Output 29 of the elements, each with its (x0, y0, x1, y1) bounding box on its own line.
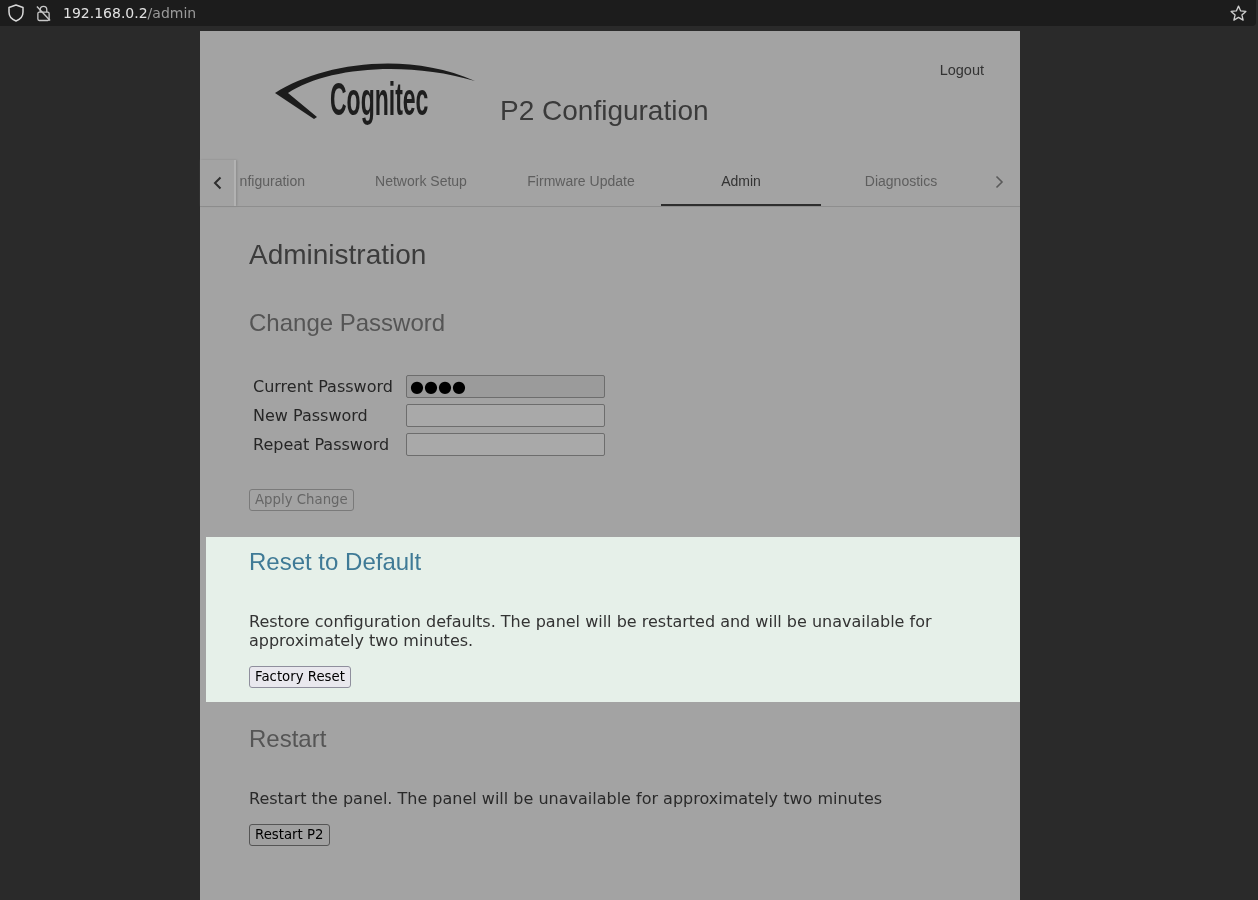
chevron-right-icon (995, 175, 1004, 189)
section-heading: Restart (249, 724, 328, 754)
field-label: Current Password (253, 377, 394, 396)
field-label: New Password (253, 406, 369, 425)
section-description: Restart the panel. The panel will be unavailable for approximately two minutes (249, 789, 884, 808)
password-field[interactable] (406, 433, 605, 456)
nav-tab[interactable]: nfiguration (236, 158, 341, 206)
action-button[interactable]: Factory Reset (249, 666, 351, 688)
field-label: Repeat Password (253, 435, 391, 454)
chevron-left-icon (212, 176, 222, 190)
nav-tab[interactable]: Network Setup (341, 158, 501, 206)
password-field[interactable] (406, 404, 605, 427)
star-icon[interactable] (1230, 4, 1247, 22)
address-bar[interactable]: 192.168.0.2/admin (0, 0, 1256, 26)
section-heading: Reset to Default (249, 547, 423, 577)
nav-tab[interactable]: Firmware Update (501, 158, 661, 206)
page-heading: Administration (249, 238, 428, 272)
app-title: P2 Configuration (500, 95, 709, 127)
shield-icon[interactable] (8, 4, 24, 22)
password-field[interactable]: ●●●● (406, 375, 605, 398)
section-description: Restore configuration defaults. The panel will be restarted and will be unavailable for approximately two minutes. (249, 612, 933, 650)
crossed-lock-icon[interactable] (36, 4, 51, 22)
nav-tab[interactable]: Diagnostics (821, 158, 981, 206)
logout-link[interactable]: Logout (939, 61, 984, 79)
url-host-text: 192.168.0.2 (63, 5, 148, 21)
action-button[interactable]: Restart P2 (249, 824, 330, 846)
url-path-text: /admin (147, 5, 197, 21)
nav-tab[interactable]: Admin (661, 158, 821, 206)
section-heading: Change Password (249, 308, 447, 338)
